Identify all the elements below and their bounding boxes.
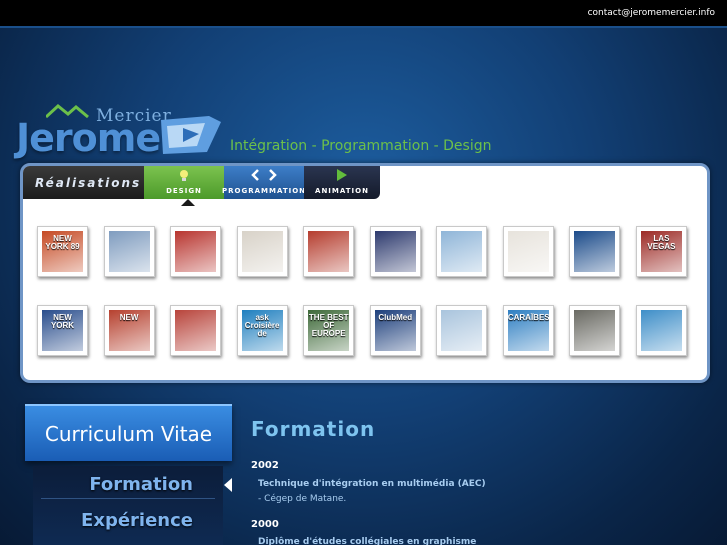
logo-flag-icon [161, 116, 221, 154]
cv-menu-formation[interactable]: Formation [89, 474, 193, 495]
thumbnail-caption: ask Croisière de [244, 313, 280, 338]
thumbnail-image: LAS VEGAS [640, 231, 682, 272]
portfolio-thumbnail[interactable]: NEW YORK [37, 305, 88, 356]
thumbnail-caption: LAS VEGAS [647, 234, 676, 251]
thumbnail-image [441, 231, 483, 272]
thumbnail-image: ClubMed [374, 310, 416, 351]
lightbulb-icon [179, 169, 189, 185]
thumbnail-image [175, 310, 217, 351]
thumbnail-image [441, 310, 483, 351]
portfolio-thumbnail[interactable]: LAS VEGAS [635, 226, 687, 277]
portfolio-thumbnail[interactable] [170, 305, 222, 356]
formation-title: Formation [251, 417, 376, 441]
contact-email-link[interactable]: contact@jeromemercier.info [588, 8, 715, 18]
thumbnail-caption: NEW YORK [50, 313, 75, 330]
portfolio-thumbnail[interactable] [569, 305, 621, 356]
thumbnail-image: THE BEST OF EUROPE [308, 310, 350, 351]
portfolio-thumbnail[interactable] [170, 226, 222, 277]
portfolio-thumbnail[interactable]: THE BEST OF EUROPE [303, 305, 355, 356]
thumbnail-caption: NEW [119, 313, 139, 322]
tab-animation-label: ANIMATION [315, 187, 369, 195]
formation-entry-title: Diplôme d'études collégiales en graphism… [258, 537, 477, 545]
thumbnail-image [640, 310, 682, 351]
thumbnail-image [507, 231, 549, 272]
thumbnail-image [175, 231, 217, 272]
realisations-label: Réalisations [23, 166, 144, 199]
active-tab-pointer [181, 199, 195, 206]
cv-menu: Formation Expérience [33, 466, 223, 545]
tab-animation[interactable]: ANIMATION [304, 166, 380, 199]
tab-programmation-label: PROGRAMMATION [221, 187, 307, 195]
formation-entry-school: - Cégep de Matane. [258, 494, 347, 504]
formation-entry-title: Technique d'intégration en multimédia (A… [258, 479, 486, 489]
cv-heading: Curriculum Vitae [25, 404, 232, 461]
tab-programmation[interactable]: PROGRAMMATION [221, 166, 307, 199]
thumbnail-caption: NEW YORK 89 [45, 234, 80, 251]
cv-menu-experience[interactable]: Expérience [81, 510, 193, 531]
portfolio-thumbnail[interactable] [236, 226, 288, 277]
portfolio-thumbnail[interactable] [436, 305, 488, 356]
thumbnail-image: NEW YORK [42, 310, 83, 351]
portfolio-thumbnail[interactable]: ClubMed [369, 305, 421, 356]
portfolio-thumbnail[interactable]: NEW YORK 89 [37, 226, 88, 277]
formation-year: 2000 [251, 519, 279, 530]
tab-design-label: DESIGN [166, 187, 202, 195]
thumbnail-image: ask Croisière de [241, 310, 283, 351]
code-brackets-icon [251, 169, 277, 184]
thumbnail-image [308, 231, 350, 272]
thumbnail-caption: THE BEST OF EUROPE [308, 313, 349, 338]
portfolio-thumbnail[interactable] [569, 226, 621, 277]
thumbnail-row-1: NEW YORK 89 LAS VEGAS [37, 226, 687, 277]
thumbnail-image: CARAÏBES [507, 310, 549, 351]
site-tagline: Intégration - Programmation - Design [230, 138, 492, 154]
portfolio-thumbnail[interactable] [502, 226, 554, 277]
formation-year: 2002 [251, 460, 279, 471]
site-logo[interactable]: Mercier Jerome [16, 104, 226, 162]
portfolio-thumbnail[interactable] [103, 226, 155, 277]
thumbnail-row-2: NEW YORK NEW ask Croisière de THE BEST OF E… [37, 305, 687, 356]
thumbnail-image [374, 231, 416, 272]
cv-menu-divider [41, 498, 215, 499]
portfolio-thumbnail[interactable]: CARAÏBES [502, 305, 554, 356]
portfolio-thumbnail[interactable]: ask Croisière de [236, 305, 288, 356]
active-menu-arrow-icon [224, 478, 232, 492]
top-bar: contact@jeromemercier.info [0, 0, 727, 28]
portfolio-thumbnail[interactable] [436, 226, 488, 277]
portfolio-thumbnail[interactable] [369, 226, 421, 277]
thumbnail-image [108, 231, 150, 272]
thumbnail-image [574, 231, 616, 272]
portfolio-thumbnail[interactable] [303, 226, 355, 277]
logo-firstname: Jerome [16, 116, 161, 160]
thumbnail-caption: CARAÏBES [507, 313, 549, 322]
thumbnail-image: NEW YORK 89 [42, 231, 83, 272]
play-icon [336, 169, 348, 184]
portfolio-panel: Réalisations DESIGN PROGRAMMATION ANIMAT… [20, 163, 710, 383]
thumbnail-image: NEW [108, 310, 150, 351]
tab-design[interactable]: DESIGN [144, 166, 224, 199]
thumbnail-image [574, 310, 616, 351]
thumbnail-image [241, 231, 283, 272]
thumbnail-caption: ClubMed [378, 313, 413, 322]
portfolio-thumbnail[interactable]: NEW [103, 305, 155, 356]
portfolio-thumbnail[interactable] [635, 305, 687, 356]
portfolio-tabbar: Réalisations DESIGN PROGRAMMATION ANIMAT… [23, 166, 380, 199]
